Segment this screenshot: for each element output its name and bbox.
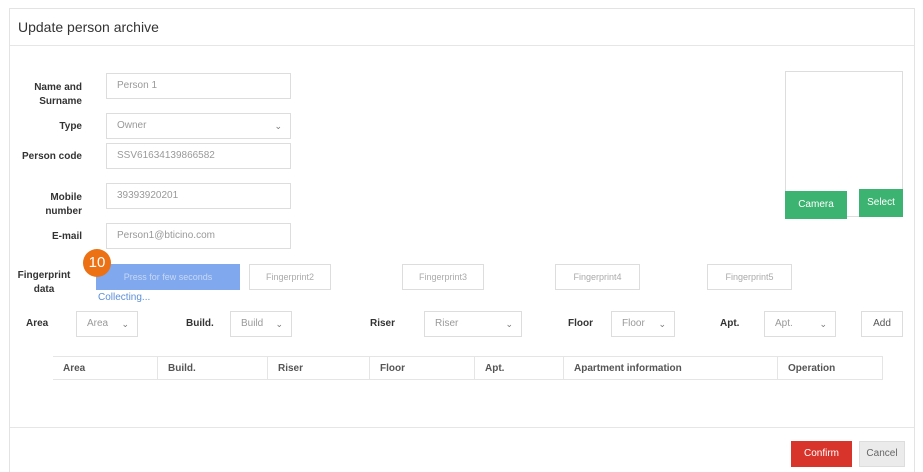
- type-label: Type: [59, 121, 82, 132]
- chevron-down-icon: ⌄: [275, 319, 283, 329]
- name-label: Name and Surname: [34, 82, 82, 107]
- mobile-label: Mobile number: [45, 192, 82, 217]
- footer-divider: [10, 427, 914, 428]
- fingerprint-label: Fingerprint data: [17, 270, 71, 295]
- area-select-value: Area: [87, 318, 109, 329]
- type-select[interactable]: Owner ⌄: [106, 113, 291, 139]
- chevron-down-icon: ⌄: [121, 319, 129, 329]
- type-select-value: Owner: [117, 120, 147, 131]
- mobile-input[interactable]: 39393920201: [106, 183, 291, 209]
- email-input[interactable]: Person1@bticino.com: [106, 223, 291, 249]
- add-button[interactable]: Add: [861, 311, 903, 337]
- floor-label: Floor: [568, 318, 593, 329]
- floor-select-value: Floor: [622, 318, 645, 329]
- riser-select-value: Riser: [435, 318, 459, 329]
- area-label: Area: [26, 318, 49, 329]
- fingerprint-2-button[interactable]: Fingerprint2: [249, 264, 331, 290]
- area-select[interactable]: Area ⌄: [76, 311, 138, 337]
- camera-button[interactable]: Camera: [785, 191, 847, 219]
- chevron-down-icon: ⌄: [658, 319, 666, 329]
- column-header-build: Build.: [157, 356, 268, 380]
- apt-select[interactable]: Apt. ⌄: [764, 311, 836, 337]
- apartments-table: Area Build. Riser Floor Apt. Apartment i…: [53, 356, 883, 380]
- column-header-apt: Apt.: [474, 356, 564, 380]
- build-select[interactable]: Build ⌄: [230, 311, 292, 337]
- floor-select[interactable]: Floor ⌄: [611, 311, 675, 337]
- fingerprint-3-button[interactable]: Fingerprint3: [402, 264, 484, 290]
- fingerprint-5-button[interactable]: Fingerprint5: [707, 264, 792, 290]
- header-divider: [10, 45, 914, 46]
- riser-label: Riser: [370, 318, 396, 329]
- column-header-riser: Riser: [267, 356, 370, 380]
- email-label: E-mail: [51, 231, 82, 242]
- apt-label: Apt.: [720, 318, 740, 329]
- column-header-floor: Floor: [369, 356, 475, 380]
- fingerprint-4-button[interactable]: Fingerprint4: [555, 264, 640, 290]
- column-header-area: Area: [53, 356, 158, 380]
- build-select-value: Build: [241, 318, 264, 329]
- chevron-down-icon: ⌄: [505, 319, 513, 329]
- update-person-dialog: Update person archive Name and Surname P…: [9, 8, 915, 472]
- name-input[interactable]: Person 1: [106, 73, 291, 99]
- dialog-title: Update person archive: [18, 19, 159, 35]
- build-label: Build.: [186, 318, 214, 329]
- person-code-label: Person code: [21, 151, 82, 162]
- fingerprint-status: Collecting...: [98, 292, 151, 303]
- fingerprint-1-button[interactable]: Press for few seconds: [96, 264, 240, 290]
- chevron-down-icon: ⌄: [274, 121, 282, 131]
- confirm-button[interactable]: Confirm: [791, 441, 852, 467]
- chevron-down-icon: ⌄: [819, 319, 827, 329]
- table-header-row: Area Build. Riser Floor Apt. Apartment i…: [53, 356, 883, 380]
- step-badge: 10: [83, 249, 111, 277]
- cancel-button[interactable]: Cancel: [859, 441, 905, 467]
- column-header-apartment-information: Apartment information: [563, 356, 778, 380]
- riser-select[interactable]: Riser ⌄: [424, 311, 522, 337]
- person-code-input[interactable]: SSV61634139866582: [106, 143, 291, 169]
- apt-select-value: Apt.: [775, 318, 793, 329]
- column-header-operation: Operation: [777, 356, 883, 380]
- select-photo-button[interactable]: Select: [859, 189, 903, 217]
